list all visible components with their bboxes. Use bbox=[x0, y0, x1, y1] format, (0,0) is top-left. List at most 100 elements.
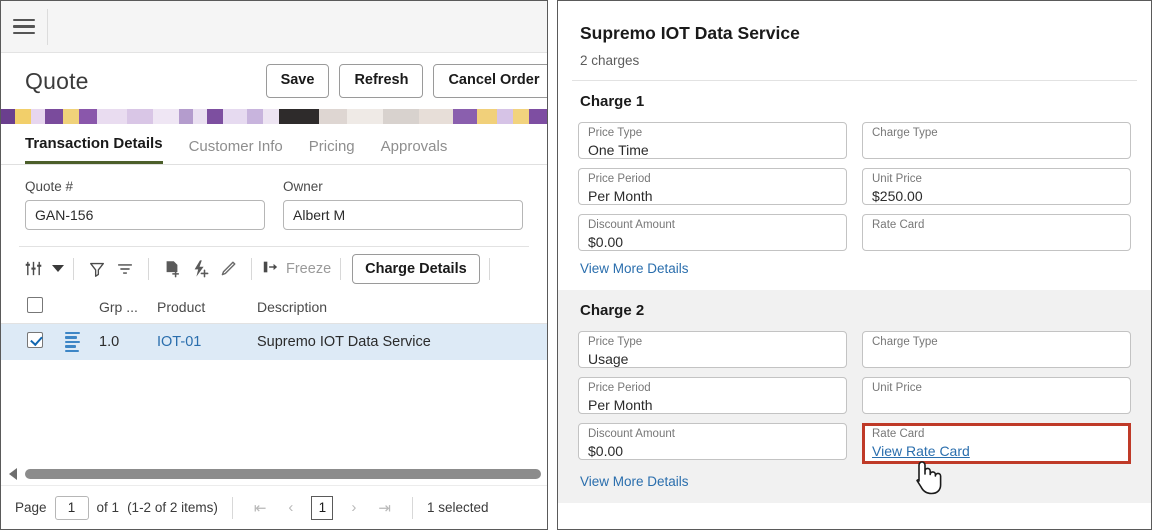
select-all-checkbox[interactable] bbox=[27, 297, 43, 313]
charge-1-discount-amount-value: $0.00 bbox=[588, 233, 837, 251]
page-number-input[interactable] bbox=[55, 496, 89, 520]
app-bar bbox=[1, 1, 547, 53]
previous-page-icon[interactable]: ‹ bbox=[281, 499, 300, 516]
grid-header-description[interactable]: Description bbox=[257, 299, 487, 315]
screenshot-root: Quote Save Refresh Cancel Order C Transa… bbox=[0, 0, 1152, 530]
charge-2-unit-price-field[interactable]: Unit Price bbox=[862, 377, 1131, 414]
charge-2-rate-card-label: Rate Card bbox=[872, 428, 1121, 441]
charge-1-unit-price-value: $250.00 bbox=[872, 187, 1121, 205]
charge-1-view-more-details-link[interactable]: View More Details bbox=[578, 261, 1131, 276]
row-select-checkbox[interactable] bbox=[27, 332, 43, 348]
charge-1-rate-card-label: Rate Card bbox=[872, 219, 1121, 232]
charge-2-discount-amount-value: $0.00 bbox=[588, 442, 837, 460]
scroll-left-arrow-icon[interactable] bbox=[9, 468, 17, 480]
charge-2-price-type-field[interactable]: Price Type Usage bbox=[578, 331, 847, 368]
charge-2-discount-amount-label: Discount Amount bbox=[588, 428, 837, 441]
grid-header-product[interactable]: Product bbox=[157, 299, 257, 315]
tab-bar: Transaction Details Customer Info Pricin… bbox=[1, 124, 547, 165]
grid-header-grp[interactable]: Grp ... bbox=[99, 299, 157, 315]
column-settings-icon[interactable] bbox=[19, 254, 47, 284]
tab-customer-info[interactable]: Customer Info bbox=[189, 138, 283, 164]
grid-header-row: Grp ... Product Description bbox=[1, 290, 547, 324]
tab-pricing[interactable]: Pricing bbox=[309, 138, 355, 164]
charge-1-unit-price-label: Unit Price bbox=[872, 173, 1121, 186]
toolbar-divider-4 bbox=[340, 258, 341, 280]
charge-1-price-type-field[interactable]: Price Type One Time bbox=[578, 122, 847, 159]
view-rate-card-link[interactable]: View Rate Card bbox=[872, 443, 970, 459]
quote-number-field: Quote # bbox=[25, 179, 265, 230]
last-page-icon[interactable]: ⇥ bbox=[371, 499, 398, 517]
charge-2-charge-type-field[interactable]: Charge Type bbox=[862, 331, 1131, 368]
hamburger-menu-icon[interactable] bbox=[1, 1, 47, 53]
charge-1-fields: Price Type One Time Charge Type Price Pe… bbox=[578, 122, 1131, 251]
charge-1-price-type-value: One Time bbox=[588, 141, 837, 159]
lightning-add-icon[interactable] bbox=[186, 254, 214, 284]
row-product-link[interactable]: IOT-01 bbox=[157, 334, 257, 350]
charge-1-price-period-label: Price Period bbox=[588, 173, 837, 186]
page-title: Quote bbox=[25, 68, 89, 95]
cancel-order-button[interactable]: Cancel Order bbox=[433, 64, 548, 98]
charge-1-rate-card-field[interactable]: Rate Card bbox=[862, 214, 1131, 251]
tab-transaction-details[interactable]: Transaction Details bbox=[25, 135, 163, 164]
add-document-icon[interactable] bbox=[158, 254, 186, 284]
charge-1-price-period-field[interactable]: Price Period Per Month bbox=[578, 168, 847, 205]
quote-number-input[interactable] bbox=[25, 200, 265, 230]
charge-2-charge-type-label: Charge Type bbox=[872, 336, 1121, 349]
charge-1-price-period-value: Per Month bbox=[588, 187, 837, 205]
row-description: Supremo IOT Data Service bbox=[257, 334, 487, 350]
quote-panel: Quote Save Refresh Cancel Order C Transa… bbox=[0, 0, 548, 530]
pagination-bar: Page of 1 (1-2 of 2 items) ⇤ ‹ 1 › ⇥ 1 s… bbox=[1, 485, 547, 529]
refresh-button[interactable]: Refresh bbox=[339, 64, 423, 98]
pager-divider-2 bbox=[412, 497, 413, 519]
freeze-columns-button[interactable]: Freeze bbox=[261, 259, 331, 279]
charge-2-price-period-value: Per Month bbox=[588, 396, 837, 414]
row-lines-icon[interactable] bbox=[65, 332, 99, 353]
charge-2-price-period-field[interactable]: Price Period Per Month bbox=[578, 377, 847, 414]
freeze-label: Freeze bbox=[286, 261, 331, 277]
charge-1-discount-amount-field[interactable]: Discount Amount $0.00 bbox=[578, 214, 847, 251]
charge-2-rate-card-field[interactable]: Rate Card View Rate Card bbox=[862, 423, 1131, 464]
charge-section-2: Charge 2 Price Type Usage Charge Type Pr… bbox=[558, 290, 1151, 503]
header-actions: Save Refresh Cancel Order C bbox=[266, 64, 548, 98]
select-all-cell bbox=[27, 297, 65, 316]
charge-2-discount-amount-field[interactable]: Discount Amount $0.00 bbox=[578, 423, 847, 460]
charge-1-price-type-label: Price Type bbox=[588, 127, 837, 140]
charge-2-price-period-label: Price Period bbox=[588, 382, 837, 395]
next-page-icon[interactable]: › bbox=[344, 499, 363, 516]
grid-toolbar: Freeze Charge Details bbox=[19, 246, 529, 290]
charge-details-button[interactable]: Charge Details bbox=[352, 254, 480, 284]
owner-input[interactable] bbox=[283, 200, 523, 230]
chevron-down-icon[interactable] bbox=[52, 265, 64, 272]
quote-number-label: Quote # bbox=[25, 179, 265, 194]
charge-2-fields: Price Type Usage Charge Type Price Perio… bbox=[578, 331, 1131, 464]
charge-section-1: Charge 1 Price Type One Time Charge Type… bbox=[558, 81, 1151, 290]
charge-1-discount-amount-label: Discount Amount bbox=[588, 219, 837, 232]
charge-2-view-more-details-link[interactable]: View More Details bbox=[578, 474, 1131, 489]
app-bar-divider bbox=[47, 9, 48, 45]
page-header: Quote Save Refresh Cancel Order C bbox=[1, 53, 547, 109]
charge-count-label: 2 charges bbox=[580, 53, 1129, 68]
page-of-label: of 1 bbox=[97, 500, 120, 515]
current-page-button[interactable]: 1 bbox=[311, 496, 333, 520]
charge-panel-header: Supremo IOT Data Service 2 charges bbox=[558, 1, 1151, 80]
filter-funnel-icon[interactable] bbox=[83, 254, 111, 284]
charge-2-rate-card-value: View Rate Card bbox=[872, 442, 1121, 460]
first-page-icon[interactable]: ⇤ bbox=[247, 499, 274, 517]
page-items-label: (1-2 of 2 items) bbox=[127, 500, 218, 515]
owner-field: Owner bbox=[283, 179, 523, 230]
table-row[interactable]: 1.0 IOT-01 Supremo IOT Data Service bbox=[1, 324, 547, 360]
save-button[interactable]: Save bbox=[266, 64, 330, 98]
toolbar-divider bbox=[73, 258, 74, 280]
sort-lines-icon[interactable] bbox=[111, 254, 139, 284]
freeze-columns-icon bbox=[261, 259, 279, 279]
charge-1-charge-type-field[interactable]: Charge Type bbox=[862, 122, 1131, 159]
tab-approvals[interactable]: Approvals bbox=[381, 138, 448, 164]
charge-2-title: Charge 2 bbox=[578, 302, 1131, 319]
horizontal-scrollbar[interactable] bbox=[1, 466, 547, 482]
charge-1-unit-price-field[interactable]: Unit Price $250.00 bbox=[862, 168, 1131, 205]
charge-1-title: Charge 1 bbox=[578, 93, 1131, 110]
charge-panel-title: Supremo IOT Data Service bbox=[580, 23, 1129, 44]
scrollbar-thumb[interactable] bbox=[25, 469, 541, 479]
pencil-edit-icon[interactable] bbox=[214, 254, 242, 284]
row-select-cell bbox=[27, 332, 65, 352]
